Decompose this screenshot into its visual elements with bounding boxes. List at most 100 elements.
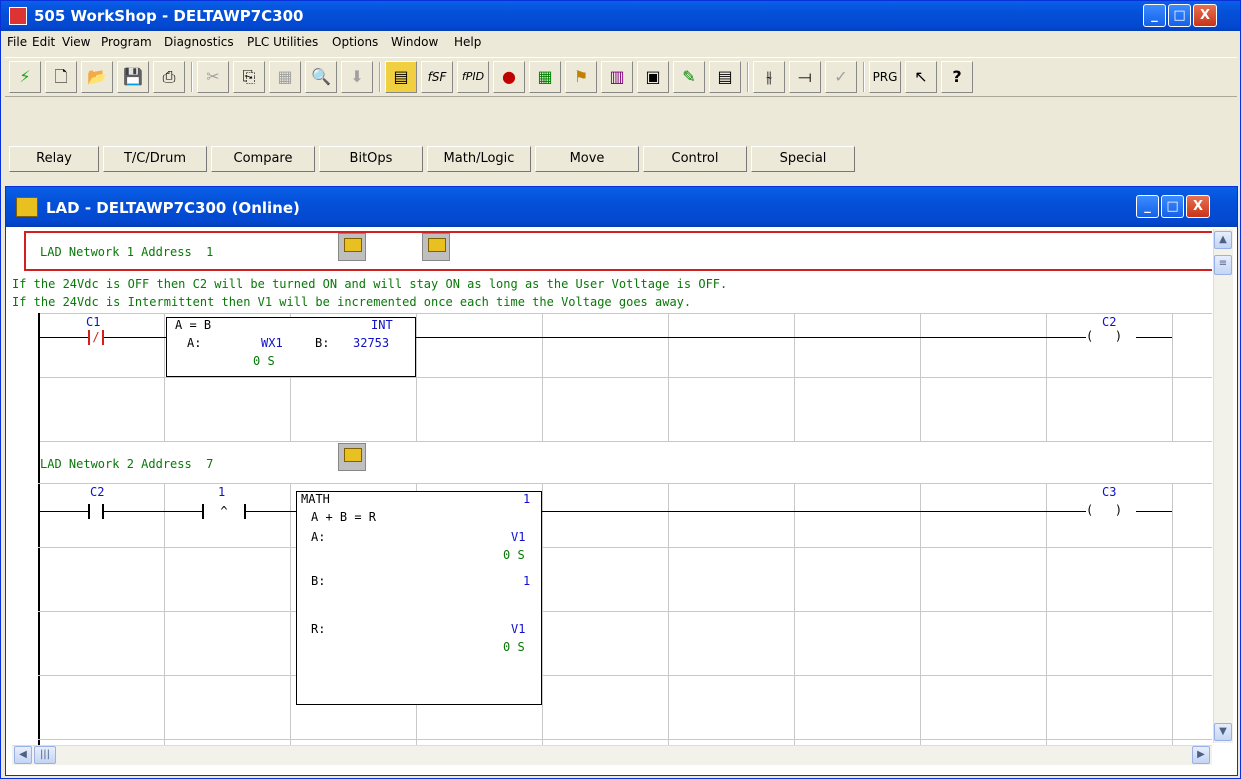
lad-title-bar: LAD - DELTAWP7C300 (Online) _ □ X: [6, 187, 1237, 227]
normally-closed-contact-c1[interactable]: /: [88, 330, 104, 345]
scroll-right-icon[interactable]: ▶: [1192, 746, 1210, 764]
contact-c1-symbol: /: [92, 330, 100, 344]
folder-contact-icon[interactable]: [338, 443, 366, 471]
menu-file[interactable]: File: [7, 35, 27, 49]
tab-move[interactable]: Move: [535, 146, 639, 172]
open-folder-icon[interactable]: 📂: [81, 61, 113, 93]
cut-icon[interactable]: ✂: [197, 61, 229, 93]
compare-instruction-box[interactable]: A = B INT A: WX1 B: 32753 0 S: [166, 317, 416, 377]
grid-line: [794, 483, 795, 747]
transitional-contact-1[interactable]: ^: [202, 504, 246, 519]
math-instruction-box[interactable]: MATH 1 A + B = R A: V1 0 S B: 1 R: V1 0 …: [296, 491, 542, 705]
toolbar-separator: [379, 62, 381, 92]
coil-c3[interactable]: ( ): [1086, 503, 1123, 517]
print-icon[interactable]: ⎙: [153, 61, 185, 93]
tab-math-logic[interactable]: Math/Logic: [427, 146, 531, 172]
grid-line: [38, 483, 1212, 484]
status-icon[interactable]: ●: [493, 61, 525, 93]
folder-network-icon[interactable]: [422, 233, 450, 261]
math-a-state: 0 S: [503, 548, 525, 562]
grid-line: [38, 441, 1212, 442]
menu-plc-utilities[interactable]: PLC Utilities: [247, 35, 318, 49]
math-b-label: B:: [311, 574, 326, 588]
lad-minimize-button[interactable]: _: [1136, 195, 1159, 218]
tab-control[interactable]: Control: [643, 146, 747, 172]
prg-button[interactable]: PRG: [869, 61, 901, 93]
contact-icon[interactable]: ⫳: [753, 61, 785, 93]
ladder-canvas[interactable]: LAD Network 1 Address 1 If the 24Vdc is …: [12, 229, 1212, 747]
left-power-rail: [38, 313, 40, 747]
menu-program[interactable]: Program: [101, 35, 152, 49]
rung-wire: [1136, 511, 1172, 512]
rung-wire: [104, 511, 202, 512]
maximize-button[interactable]: □: [1168, 4, 1191, 27]
monitor-icon[interactable]: ▣: [637, 61, 669, 93]
pid-icon[interactable]: fPID: [457, 61, 489, 93]
toolbar-separator: [747, 62, 749, 92]
ladder-editor-icon[interactable]: ▤: [385, 61, 417, 93]
chart-icon[interactable]: ▥: [601, 61, 633, 93]
tab-special[interactable]: Special: [751, 146, 855, 172]
menu-options[interactable]: Options: [332, 35, 378, 49]
scroll-thumb-horizontal[interactable]: |||: [34, 746, 56, 764]
vertical-scrollbar[interactable]: ▲ ≡ ▼: [1213, 229, 1233, 743]
connect-icon[interactable]: ⚡: [9, 61, 41, 93]
grid-view-icon[interactable]: ▦: [529, 61, 561, 93]
scroll-up-icon[interactable]: ▲: [1214, 231, 1232, 249]
copy-icon[interactable]: ⎘: [233, 61, 265, 93]
flag-icon[interactable]: ⚑: [565, 61, 597, 93]
math-b-value: 1: [523, 574, 531, 588]
horizontal-scrollbar[interactable]: ◀ ||| ▶: [12, 745, 1212, 765]
grid-line: [38, 611, 1212, 612]
instruction-tabs: Relay T/C/Drum Compare BitOps Math/Logic…: [5, 141, 897, 177]
tab-tc-drum[interactable]: T/C/Drum: [103, 146, 207, 172]
coil-c3-label: C3: [1102, 485, 1117, 499]
arrow-down-icon[interactable]: ⬇: [341, 61, 373, 93]
rung-wire: [104, 337, 166, 338]
find-icon[interactable]: 🔍: [305, 61, 337, 93]
network-1-header: LAD Network 1 Address 1: [40, 245, 214, 259]
data-table-icon[interactable]: ▤: [709, 61, 741, 93]
lad-close-button[interactable]: X: [1186, 195, 1210, 218]
lad-window-title: LAD - DELTAWP7C300 (Online): [46, 199, 300, 217]
tab-compare[interactable]: Compare: [211, 146, 315, 172]
save-icon[interactable]: 💾: [117, 61, 149, 93]
menu-bar: File Edit View Program Diagnostics PLC U…: [1, 31, 1240, 53]
grid-line: [164, 483, 165, 747]
network-1-comment-1: If the 24Vdc is OFF then C2 will be turn…: [12, 277, 728, 291]
compare-type: INT: [371, 318, 393, 332]
coil-c2[interactable]: ( ): [1086, 329, 1123, 343]
minimize-button[interactable]: _: [1143, 4, 1166, 27]
menu-window[interactable]: Window: [391, 35, 438, 49]
menu-help[interactable]: Help: [454, 35, 481, 49]
tab-bitops[interactable]: BitOps: [319, 146, 423, 172]
menu-diagnostics[interactable]: Diagnostics: [164, 35, 234, 49]
scroll-thumb-vertical[interactable]: ≡: [1214, 255, 1232, 275]
normally-open-contact-c2[interactable]: [88, 504, 104, 519]
app-icon: [9, 7, 27, 25]
tab-relay[interactable]: Relay: [9, 146, 99, 172]
title-bar: 505 WorkShop - DELTAWP7C300 _ □ X: [1, 1, 1240, 31]
window-title: 505 WorkShop - DELTAWP7C300: [34, 7, 304, 25]
grid-line: [38, 377, 1212, 378]
menu-view[interactable]: View: [62, 35, 90, 49]
lad-maximize-button[interactable]: □: [1161, 195, 1184, 218]
grid-line: [38, 313, 1212, 314]
special-function-icon[interactable]: fSF: [421, 61, 453, 93]
scroll-left-icon[interactable]: ◀: [14, 746, 32, 764]
new-file-icon[interactable]: 🗋: [45, 61, 77, 93]
grid-line: [38, 739, 1212, 740]
context-help-icon[interactable]: ?: [941, 61, 973, 93]
ladder-window-icon: [16, 197, 38, 217]
coil-icon[interactable]: ⟞: [789, 61, 821, 93]
math-r-label: R:: [311, 622, 326, 636]
folder-contact-icon[interactable]: [338, 233, 366, 261]
wizard-icon[interactable]: ✎: [673, 61, 705, 93]
menu-edit[interactable]: Edit: [32, 35, 55, 49]
check-icon[interactable]: ✓: [825, 61, 857, 93]
paste-icon[interactable]: ▦: [269, 61, 301, 93]
rung-wire: [246, 511, 296, 512]
pointer-icon[interactable]: ↖: [905, 61, 937, 93]
close-button[interactable]: X: [1193, 4, 1217, 27]
scroll-down-icon[interactable]: ▼: [1214, 723, 1232, 741]
